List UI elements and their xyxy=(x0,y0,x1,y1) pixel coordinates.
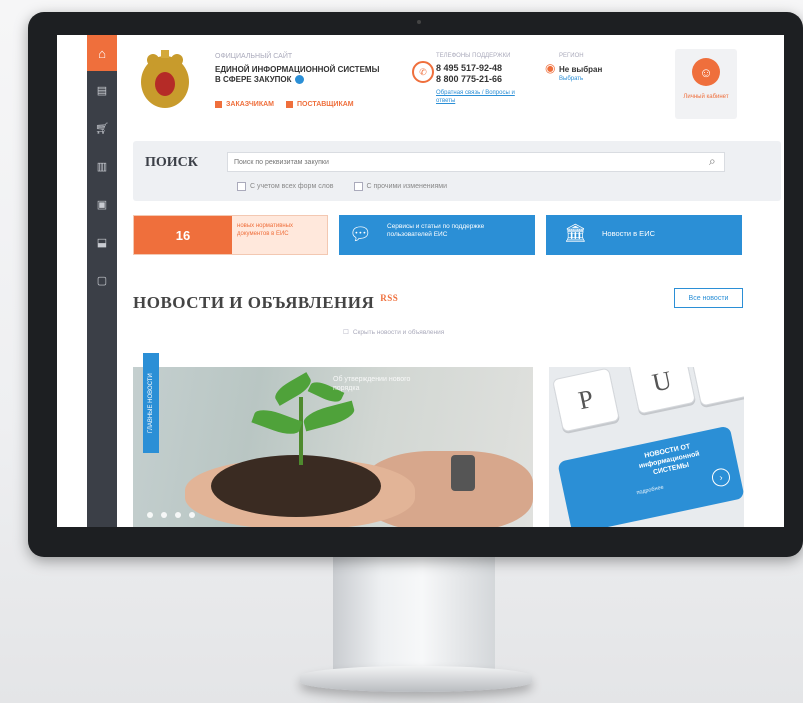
customers-link-label: ЗАКАЗЧИКАМ xyxy=(226,101,274,108)
camera-dot xyxy=(417,20,421,24)
site-title[interactable]: ЕДИНОЙ ИНФОРМАЦИОННОЙ СИСТЕМЫ В СФЕРЕ ЗА… xyxy=(215,65,385,85)
suppliers-icon xyxy=(286,101,293,108)
search-option-1-label: С учетом всех форм слов xyxy=(250,183,334,190)
customers-link[interactable]: ЗАКАЗЧИКАМ xyxy=(215,101,274,108)
monitor-stand-neck xyxy=(333,552,495,680)
checkbox-2[interactable] xyxy=(353,182,363,191)
region-change-link[interactable]: Выбрать xyxy=(559,76,583,82)
promo-documents[interactable]: 16 новых нормативных документов в ЕИС xyxy=(133,215,328,255)
news-key-subtitle: подробнее xyxy=(636,484,665,497)
slider-dots xyxy=(147,512,195,518)
plant-stem-image xyxy=(299,397,303,465)
home-icon: ⌂ xyxy=(98,45,106,61)
login-button[interactable]: ☺ Личный кабинет xyxy=(675,49,737,119)
sidebar-item-document[interactable]: ▣ xyxy=(87,185,117,223)
search-options: С учетом всех форм слов С прочими измене… xyxy=(237,182,447,191)
location-pin-icon: ◉ xyxy=(545,61,556,75)
monitor-stand-base xyxy=(300,666,532,692)
rss-icon[interactable]: RSS xyxy=(380,293,398,303)
filter-checkbox-icon: ☐ xyxy=(343,329,349,336)
list-icon: ▤ xyxy=(96,84,108,97)
phone-number-1: 8 495 517-92-48 xyxy=(436,63,503,73)
slider-dot[interactable] xyxy=(161,512,167,518)
slide-caption: Об утверждении нового порядка xyxy=(333,376,411,392)
screen: ⌂ ▤ 🛒︎ ▥ ▣ ⬓ ▢ ОФИЦИАЛЬНЫЙ САЙТ ЕДИНОЙ И… xyxy=(57,35,784,527)
role-links: ЗАКАЗЧИКАМ ПОСТАВЩИКАМ xyxy=(215,101,354,108)
news-key-title: НОВОСТИ ОТ информационной СИСТЕМЫ xyxy=(638,443,701,477)
main-content: ОФИЦИАЛЬНЫЙ САЙТ ЕДИНОЙ ИНФОРМАЦИОННОЙ С… xyxy=(117,35,784,527)
all-news-button[interactable]: Все новости xyxy=(674,288,743,308)
keyboard-key-p: P xyxy=(552,367,620,433)
slider-dot[interactable] xyxy=(189,512,195,518)
wristwatch-image xyxy=(451,455,475,491)
news-slide-side[interactable]: P U НОВОСТИ ОТ информационной СИСТЕМЫ по… xyxy=(549,367,744,527)
chat-icon: ▢ xyxy=(96,274,108,287)
coat-of-arms-logo xyxy=(133,45,197,117)
sidebar-item-book[interactable]: ▥ xyxy=(87,147,117,185)
site-subtitle: ОФИЦИАЛЬНЫЙ САЙТ xyxy=(215,53,293,60)
slider-dot[interactable] xyxy=(147,512,153,518)
news-key-card: НОВОСТИ ОТ информационной СИСТЕМЫ подроб… xyxy=(557,425,744,527)
info-icon[interactable] xyxy=(294,75,304,85)
leaf-image xyxy=(251,405,303,439)
main-news-tab[interactable]: ГЛАВНЫЕ НОВОСТИ xyxy=(143,353,159,453)
chat-bubble-icon: 💬︎ xyxy=(349,224,372,244)
search-input[interactable] xyxy=(227,152,725,172)
search-icon[interactable]: ⌕ xyxy=(709,154,716,169)
sidebar: ⌂ ▤ 🛒︎ ▥ ▣ ⬓ ▢ xyxy=(87,35,117,527)
promo-support[interactable]: 💬︎ Сервисы и статьи по поддержке пользов… xyxy=(339,215,535,255)
document-icon: ▣ xyxy=(96,198,108,211)
sidebar-item-chat[interactable]: ▢ xyxy=(87,261,117,299)
support-text: Сервисы и статьи по поддержке пользовате… xyxy=(387,223,485,238)
bank-building-icon: 🏛︎ xyxy=(564,223,587,243)
search-title: ПОИСК xyxy=(145,155,198,170)
checkbox-1[interactable] xyxy=(237,182,246,191)
news-filter[interactable]: ☐ Скрыть новости и объявления xyxy=(343,328,445,337)
sidebar-item-list[interactable]: ▤ xyxy=(87,71,117,109)
news-slide-main[interactable]: Об утверждении нового порядка xyxy=(133,367,533,527)
sidebar-home[interactable]: ⌂ xyxy=(87,35,117,71)
news-heading: НОВОСТИ И ОБЪЯВЛЕНИЯ RSS xyxy=(133,293,398,313)
soil-image xyxy=(211,455,381,517)
search-option-2[interactable]: С прочими изменениями xyxy=(353,182,448,191)
news-filter-label: Скрыть новости и объявления xyxy=(352,328,445,336)
briefcase-icon: ⬓ xyxy=(96,236,108,249)
login-label: Личный кабинет xyxy=(683,94,729,100)
user-icon: ☺ xyxy=(692,58,720,86)
suppliers-link-label: ПОСТАВЩИКАМ xyxy=(297,101,354,108)
documents-count: 16 xyxy=(134,216,232,254)
search-option-1[interactable]: С учетом всех форм слов xyxy=(237,182,334,191)
keyboard-key xyxy=(690,367,744,407)
promo-bank[interactable]: 🏛︎ Новости в ЕИС xyxy=(546,215,742,255)
feedback-link[interactable]: Обратная связь / Вопросы и ответы xyxy=(436,89,516,105)
phone-icon: ✆ xyxy=(412,61,434,83)
keyboard-key-u: U xyxy=(628,367,696,415)
book-icon: ▥ xyxy=(96,160,108,173)
news-heading-text: НОВОСТИ И ОБЪЯВЛЕНИЯ xyxy=(133,293,375,312)
documents-text: новых нормативных документов в ЕИС xyxy=(237,223,294,237)
search-option-2-label: С прочими изменениями xyxy=(366,183,448,190)
sidebar-item-cart[interactable]: 🛒︎ xyxy=(87,109,117,147)
slider-dot[interactable] xyxy=(175,512,181,518)
bank-text: Новости в ЕИС xyxy=(602,229,655,238)
cart-icon: 🛒︎ xyxy=(95,122,109,135)
leaf-image xyxy=(301,400,357,432)
sidebar-item-briefcase[interactable]: ⬓ xyxy=(87,223,117,261)
suppliers-link[interactable]: ПОСТАВЩИКАМ xyxy=(286,101,354,108)
search-panel: ПОИСК ⌕ С учетом всех форм слов С прочим… xyxy=(133,141,781,201)
phone-number-2: 8 800 775-21-66 xyxy=(436,74,503,84)
arrow-right-icon[interactable]: › xyxy=(710,466,732,489)
region-value: Не выбран xyxy=(559,65,603,74)
customers-icon xyxy=(215,101,222,108)
phone-label: ТЕЛЕФОНЫ ПОДДЕРЖКИ xyxy=(436,53,511,59)
region-label: РЕГИОН xyxy=(559,53,584,59)
